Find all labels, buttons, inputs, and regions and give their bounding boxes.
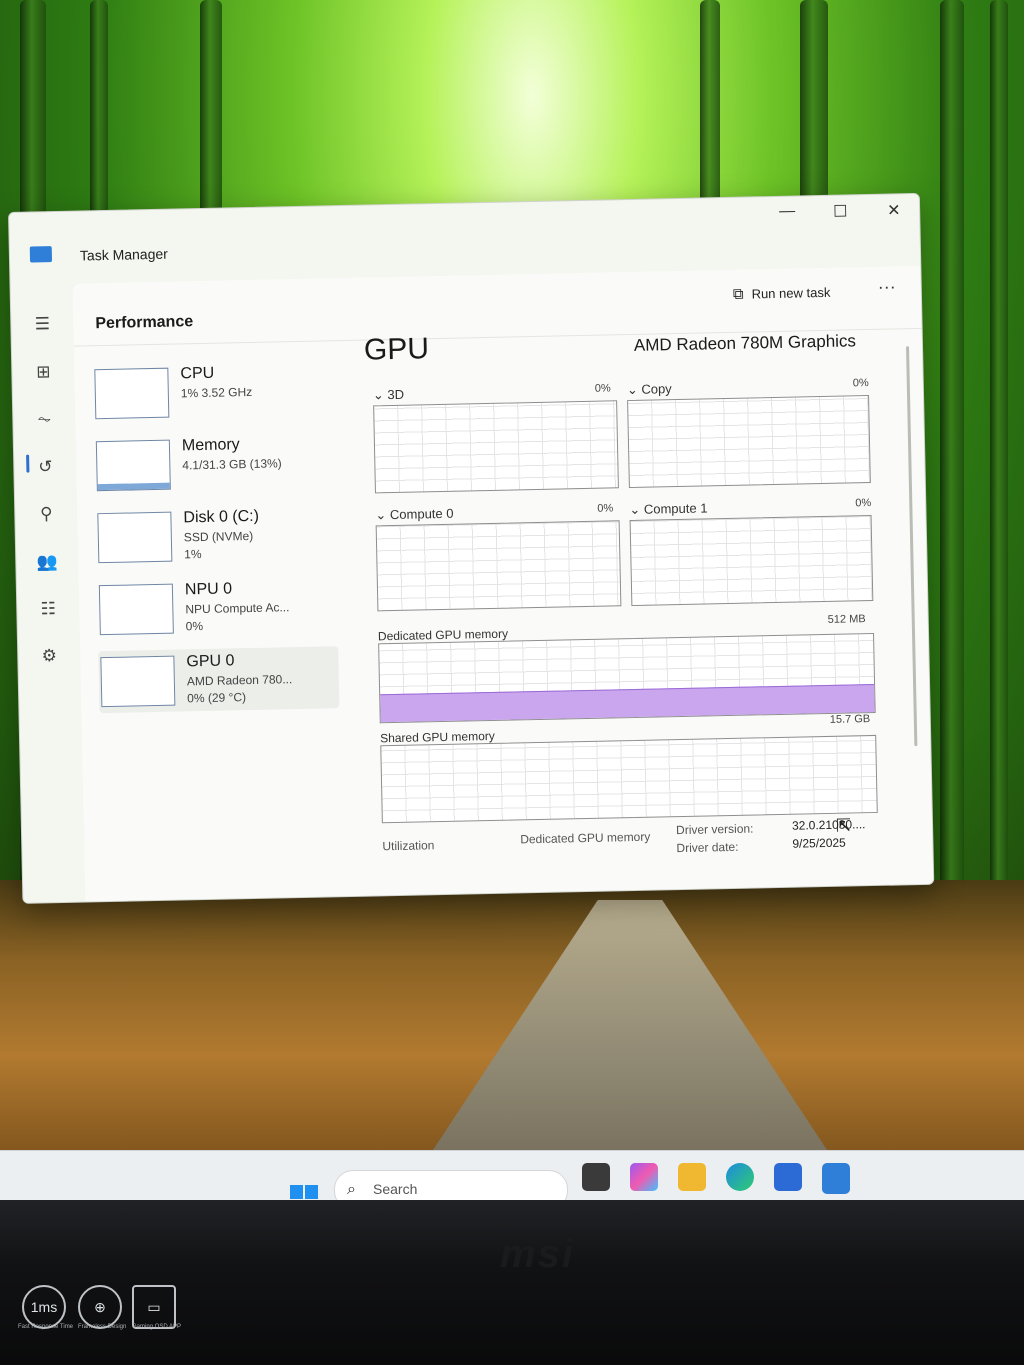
engine-compute0-label[interactable]: ⌄ Compute 0 <box>375 506 453 524</box>
maximize-button[interactable]: ☐ <box>833 201 848 221</box>
disk-mini-graph <box>97 511 173 564</box>
window-title: Task Manager <box>79 245 169 264</box>
details-icon[interactable]: ☷ <box>37 599 59 619</box>
bezel-label: Frameless Design <box>78 1324 127 1330</box>
edge-browser-icon[interactable] <box>726 1163 754 1191</box>
nav-rail: ☰ ⊞ ⏦ ↺ ⚲ 👥 ☷ ⚙ ⚙ <box>10 264 83 904</box>
sidebar-item-label: GPU 0 <box>186 652 235 671</box>
close-button[interactable]: ✕ <box>887 200 901 220</box>
cpu-mini-graph <box>94 367 170 420</box>
sidebar-item-usage: 0% (29 °C) <box>187 690 247 706</box>
sidebar-item-cpu[interactable]: CPU 1% 3.52 GHz <box>92 358 333 425</box>
memory-mini-graph <box>95 439 171 492</box>
bezel-label: Fast Response Time <box>18 1324 74 1330</box>
page-title: Performance <box>95 313 194 333</box>
gpu-heading: GPU <box>363 332 430 367</box>
dedicated-memory-max: 512 MB <box>827 613 866 626</box>
sidebar-item-npu[interactable]: NPU 0 NPU Compute Ac... 0% <box>97 574 338 641</box>
sidebar-item-usage: 1% <box>184 547 202 562</box>
scrollbar[interactable] <box>906 346 918 747</box>
sidebar-item-detail: AMD Radeon 780... <box>186 672 293 689</box>
shared-memory-graph <box>380 734 878 824</box>
sidebar-item-detail: 4.1/31.3 GB (13%) <box>182 456 282 473</box>
utilization-label: Utilization <box>382 838 435 854</box>
run-new-task-button[interactable]: ⧉ Run new task <box>733 284 831 303</box>
services-icon[interactable]: ⚙ <box>38 646 60 666</box>
sidebar-item-detail: NPU Compute Ac... <box>185 600 290 617</box>
task-view-icon[interactable] <box>582 1163 610 1191</box>
monitor-brand-logo: msi <box>500 1232 575 1276</box>
more-options-button[interactable]: ··· <box>878 276 896 297</box>
engine-3d-label[interactable]: ⌄ 3D <box>373 387 404 404</box>
npu-mini-graph <box>98 583 174 636</box>
active-nav-indicator <box>26 454 30 473</box>
microsoft-store-icon[interactable] <box>774 1163 802 1191</box>
sidebar-item-usage: 0% <box>185 619 204 634</box>
engine-copy-pct: 0% <box>852 377 869 390</box>
sidebar-item-label: Memory <box>181 436 240 455</box>
dedicated-memory-fill <box>380 684 875 723</box>
dedicated-memory-graph <box>378 632 876 724</box>
gpu-model-name: AMD Radeon 780M Graphics <box>633 331 857 355</box>
run-new-task-label: Run new task <box>751 284 831 302</box>
frameless-design-icon: ⊕ <box>78 1285 122 1329</box>
task-manager-taskbar-icon[interactable] <box>822 1163 850 1194</box>
engine-3d-graph <box>373 400 619 494</box>
search-placeholder: Search <box>373 1181 418 1197</box>
sidebar-item-label: CPU <box>180 364 215 383</box>
engine-label-text: Compute 0 <box>389 505 454 523</box>
sidebar-item-gpu[interactable]: GPU 0 AMD Radeon 780... 0% (29 °C) <box>98 646 340 714</box>
task-manager-window: Task Manager — ☐ ✕ ☰ ⊞ ⏦ ↺ ⚲ 👥 ☷ ⚙ ⚙ Per… <box>8 192 935 904</box>
driver-version-label: Driver version: <box>675 821 754 838</box>
wallpaper-bamboo <box>940 0 964 900</box>
engine-compute0-graph <box>375 520 622 612</box>
wallpaper-bamboo <box>990 0 1008 900</box>
monitor-bezel <box>0 1200 1024 1365</box>
engine-copy-label[interactable]: ⌄ Copy <box>627 381 672 398</box>
engine-compute1-label[interactable]: ⌄ Compute 1 <box>629 500 707 518</box>
response-time-icon: 1ms <box>22 1285 66 1329</box>
sidebar-item-label: NPU 0 <box>184 580 233 599</box>
engine-compute1-graph <box>629 514 874 607</box>
copilot-icon[interactable] <box>630 1163 658 1191</box>
shared-memory-max: 15.7 GB <box>829 713 871 726</box>
driver-date-value: 9/25/2025 <box>792 835 846 851</box>
users-icon[interactable]: 👥 <box>36 552 59 572</box>
bezel-label: Gaming OSD APP <box>132 1324 182 1330</box>
driver-version-value: 32.0.21030.... <box>791 817 866 833</box>
app-history-icon[interactable]: ↺ <box>34 457 56 477</box>
sidebar-item-detail: SSD (NVMe) <box>183 528 254 545</box>
engine-copy-graph <box>627 395 871 489</box>
task-manager-app-icon <box>29 246 53 263</box>
minimize-button[interactable]: — <box>779 203 795 221</box>
driver-date-label: Driver date: <box>676 839 739 856</box>
sidebar-item-label: Disk 0 (C:) <box>183 507 260 527</box>
sidebar-item-detail: 1% 3.52 GHz <box>180 384 253 401</box>
performance-icon[interactable]: ⏦ <box>33 409 55 429</box>
gpu-mini-graph <box>100 655 176 708</box>
file-explorer-icon[interactable] <box>678 1163 706 1191</box>
engine-compute0-pct: 0% <box>597 502 614 515</box>
startup-apps-icon[interactable]: ⚲ <box>35 504 57 524</box>
engine-label-text: Compute 1 <box>643 500 708 517</box>
search-icon: ⌕ <box>347 1181 356 1198</box>
sidebar-item-disk[interactable]: Disk 0 (C:) SSD (NVMe) 1% <box>95 502 336 569</box>
engine-compute1-pct: 0% <box>855 496 872 510</box>
hamburger-icon[interactable]: ☰ <box>31 314 53 334</box>
processes-icon[interactable]: ⊞ <box>32 362 54 382</box>
sidebar-item-memory[interactable]: Memory 4.1/31.3 GB (13%) <box>94 430 335 497</box>
run-task-icon: ⧉ <box>732 285 744 303</box>
memory-mini-fill <box>97 482 170 491</box>
dedicated-stat-label: Dedicated GPU memory <box>520 829 651 847</box>
mouse-cursor-icon: ⇱ <box>835 815 852 836</box>
engine-3d-pct: 0% <box>594 382 611 395</box>
engine-label-text: 3D <box>387 386 405 403</box>
performance-content: Performance ⧉ Run new task ··· CPU 1% 3.5… <box>72 265 934 904</box>
gaming-osd-icon: ▭ <box>132 1285 176 1329</box>
engine-label-text: Copy <box>641 381 672 397</box>
